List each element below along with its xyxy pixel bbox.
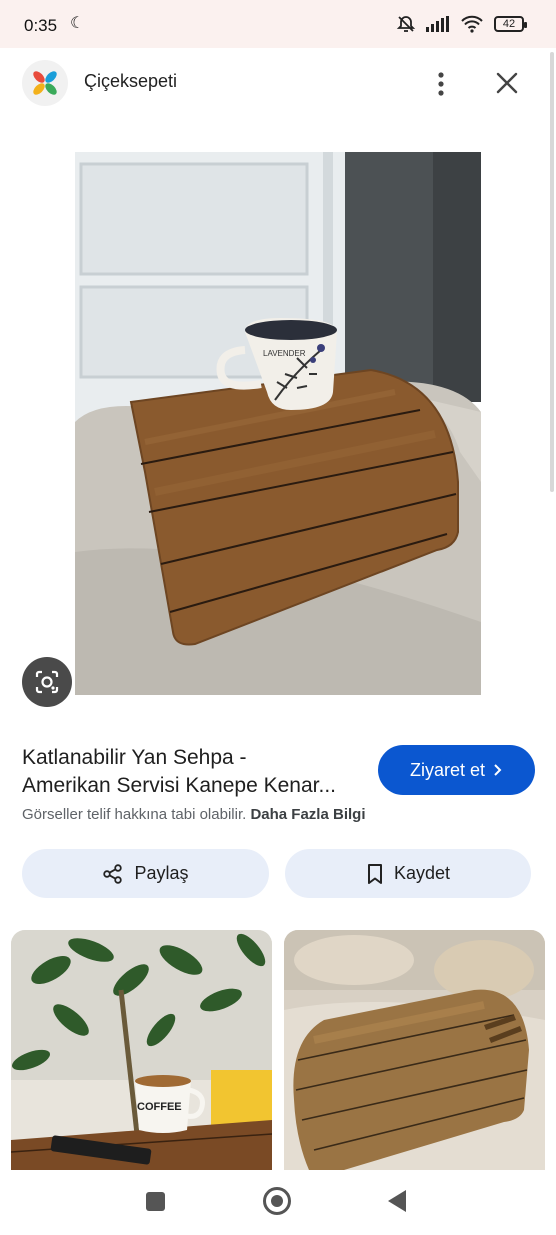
home-icon[interactable] — [263, 1187, 291, 1215]
result-title-line1: Katlanabilir Yan Sehpa - — [22, 746, 247, 769]
related-image-1[interactable]: COFFEE — [11, 930, 272, 1170]
top-bar: Çiçeksepeti — [0, 48, 556, 120]
share-icon — [103, 863, 123, 884]
back-icon[interactable] — [388, 1190, 406, 1212]
site-name[interactable]: Çiçeksepeti — [84, 71, 177, 92]
result-title-line2: Amerikan Servisi Kanepe Kenar... — [22, 774, 336, 797]
google-lens-icon[interactable] — [22, 657, 72, 707]
status-time: 0:35 — [24, 16, 58, 35]
scrollbar[interactable] — [550, 52, 554, 492]
close-icon[interactable] — [494, 70, 520, 96]
signal-icon — [426, 16, 449, 32]
result-title[interactable]: Katlanabilir Yan Sehpa - Amerikan Servis… — [22, 744, 372, 800]
visit-button[interactable]: Ziyaret et — [378, 745, 535, 795]
visit-button-label: Ziyaret et — [409, 759, 486, 780]
share-label: Paylaş — [134, 863, 189, 883]
copyright-text: Görseller telif hakkına tabi olabilir. — [22, 806, 247, 823]
bell-off-icon — [396, 16, 416, 32]
wifi-icon — [461, 15, 483, 33]
bookmark-icon — [367, 863, 382, 884]
mug-text: LAVENDER — [263, 349, 306, 358]
moon-icon: ☾ — [70, 15, 85, 32]
related-mug-text: COFFEE — [137, 1101, 182, 1113]
main-product-image[interactable]: LAVENDER — [75, 152, 481, 695]
save-button[interactable]: Kaydet — [285, 849, 531, 898]
status-bar: 0:35 ☾ 42 — [0, 0, 556, 48]
battery-level: 42 — [502, 18, 516, 30]
copyright-notice: Görseller telif hakkına tabi olabilir. D… — [22, 806, 365, 823]
site-logo-icon[interactable] — [22, 60, 68, 106]
save-label: Kaydet — [393, 863, 451, 883]
status-icons: 42 — [396, 14, 527, 34]
more-info-link[interactable]: Daha Fazla Bilgi — [250, 806, 365, 823]
chevron-right-icon — [494, 764, 502, 776]
recent-apps-icon[interactable] — [146, 1192, 165, 1211]
related-image-2[interactable] — [284, 930, 545, 1170]
battery-icon: 42 — [494, 16, 527, 32]
more-vert-icon[interactable] — [430, 68, 452, 100]
share-button[interactable]: Paylaş — [22, 849, 269, 898]
system-nav-bar — [0, 1170, 556, 1235]
